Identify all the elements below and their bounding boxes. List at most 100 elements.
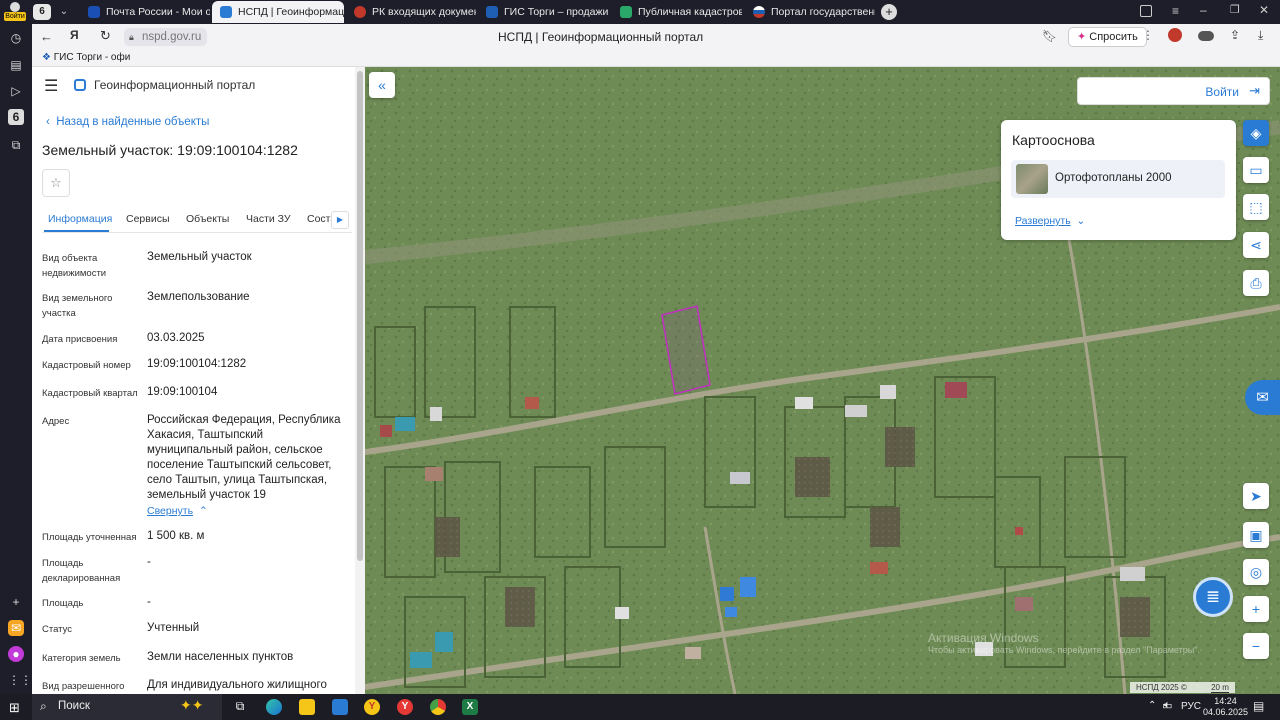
task-view-icon[interactable]: ⧉ bbox=[232, 699, 248, 715]
new-tab-button[interactable]: + bbox=[881, 4, 897, 20]
basemap-layer-item[interactable]: Ортофотопланы 2000 bbox=[1011, 160, 1225, 198]
yandex-browser-active-icon[interactable]: Y bbox=[397, 699, 413, 715]
locate-button[interactable]: ➤ bbox=[1243, 483, 1269, 509]
language-indicator[interactable]: РУС bbox=[1181, 701, 1201, 712]
tab-objects[interactable]: Объекты bbox=[186, 213, 229, 225]
tray-chevron-icon[interactable]: ⌃ bbox=[1148, 700, 1156, 711]
collections-icon[interactable]: ▤ bbox=[8, 57, 24, 73]
chevron-down-icon: ⌄ bbox=[1073, 215, 1086, 227]
bookmark-icon[interactable]: 🔖︎ bbox=[1042, 29, 1057, 43]
yandex-icon[interactable]: Я bbox=[70, 28, 79, 42]
collapse-link[interactable]: Свернуть ⌃ bbox=[147, 505, 208, 517]
file-explorer-icon[interactable] bbox=[299, 699, 315, 715]
edge-icon[interactable] bbox=[266, 699, 282, 715]
tab-gis-torgi[interactable]: ГИС Торги – продажи гос bbox=[478, 1, 608, 23]
field-value: Землепользование bbox=[147, 291, 250, 303]
geo-search-button[interactable]: ◎ bbox=[1243, 559, 1269, 585]
field-value: Для индивидуального жилищного bbox=[147, 679, 327, 691]
scrollbar-thumb[interactable] bbox=[357, 71, 363, 561]
hamburger-menu-icon[interactable]: ☰ bbox=[44, 76, 58, 96]
close-window-icon[interactable]: ✕ bbox=[1259, 3, 1269, 17]
play-icon[interactable]: ▷ bbox=[8, 83, 24, 99]
minimize-icon[interactable]: – bbox=[1200, 3, 1207, 17]
share-page-icon[interactable]: ⇪ bbox=[1230, 28, 1240, 42]
collapse-link-label: Свернуть bbox=[147, 505, 194, 517]
portal-name: Геоинформационный портал bbox=[94, 78, 256, 92]
support-chat-button[interactable]: ≣ bbox=[1193, 577, 1233, 617]
windows-start-icon[interactable]: ⊞ bbox=[9, 700, 20, 716]
ask-icon: ✦ bbox=[1077, 31, 1087, 43]
tab-gosuslugi[interactable]: Портал государственных bbox=[745, 1, 875, 23]
field-label: Дата присвоения bbox=[42, 334, 118, 345]
alice-app-icon[interactable]: ● bbox=[8, 646, 24, 662]
bookmark-gis-torgi[interactable]: ❖ ГИС Торги - офи bbox=[42, 52, 130, 63]
gis-torgi-bookmark-icon: ❖ bbox=[42, 52, 51, 63]
orthophoto-thumbnail-icon bbox=[1016, 164, 1048, 194]
field-value: 1 500 кв. м bbox=[147, 530, 205, 542]
tabs-scroll-right-button[interactable]: ▶ bbox=[331, 211, 349, 229]
tab-manager-icon[interactable] bbox=[1140, 5, 1152, 17]
feedback-chat-icon[interactable]: ✉ bbox=[1245, 380, 1280, 415]
excel-icon[interactable]: X bbox=[462, 699, 478, 715]
notification-center-icon[interactable]: ▤ bbox=[1253, 699, 1264, 713]
url-field[interactable]: 🔒︎ nspd.gov.ru bbox=[124, 28, 208, 46]
ask-button[interactable]: ✦ Спросить bbox=[1068, 27, 1147, 47]
field-label: Категория земель bbox=[42, 653, 121, 664]
downloads-icon[interactable]: ⤓ bbox=[1258, 28, 1263, 43]
profile-badge-label: Войти bbox=[4, 12, 26, 21]
profile-badge[interactable]: Войти bbox=[4, 2, 26, 22]
favorite-button[interactable]: ☆ bbox=[42, 169, 70, 197]
chevron-left-icon: ‹ bbox=[46, 116, 50, 128]
chrome-icon[interactable] bbox=[430, 699, 446, 715]
mail-app-icon[interactable]: ✉ bbox=[8, 620, 24, 636]
field-value: 03.03.2025 bbox=[147, 332, 205, 344]
add-panel-icon[interactable]: + bbox=[8, 594, 24, 610]
download-icon[interactable] bbox=[1198, 31, 1214, 41]
tab-services[interactable]: Сервисы bbox=[126, 213, 170, 225]
taskbar-search[interactable]: ⌕ Поиск ✦✦ bbox=[32, 694, 222, 720]
sidebar-scrollbar[interactable] bbox=[355, 67, 365, 694]
field-label: Статус bbox=[42, 624, 73, 635]
minimap-button[interactable]: ▣ bbox=[1243, 522, 1269, 548]
notifications-icon[interactable]: ≡ bbox=[1172, 4, 1179, 18]
devices-icon[interactable]: ⧉ bbox=[8, 137, 24, 153]
gis-torgi-favicon-icon bbox=[486, 6, 498, 18]
zoom-out-button[interactable]: − bbox=[1243, 633, 1269, 659]
tab-pkk[interactable]: Публичная кадастровая bbox=[612, 1, 742, 23]
zoom-in-button[interactable]: + bbox=[1243, 596, 1269, 622]
map-login-box[interactable]: Войти ⇥ bbox=[1077, 77, 1270, 105]
tab-rk[interactable]: РК входящих документов bbox=[346, 1, 476, 23]
extension-icon[interactable] bbox=[1168, 28, 1182, 42]
select-area-button[interactable]: ⬚ bbox=[1243, 194, 1269, 220]
restore-icon[interactable]: ❐ bbox=[1230, 3, 1240, 16]
menu-dots-icon[interactable]: ⋮ bbox=[1142, 28, 1154, 42]
reload-icon[interactable]: ↻ bbox=[100, 28, 111, 44]
gosuslugi-favicon-icon bbox=[753, 6, 765, 18]
expand-link-label: Развернуть bbox=[1015, 215, 1071, 227]
tab-counter[interactable]: 6 bbox=[33, 4, 51, 20]
tab-information[interactable]: Информация bbox=[48, 213, 112, 225]
field-label: Площадь bbox=[42, 598, 84, 609]
store-icon[interactable] bbox=[332, 699, 348, 715]
tab-nspd[interactable]: НСПД | Геоинформаци ✕ bbox=[212, 1, 344, 23]
yandex-browser-icon[interactable]: Y bbox=[364, 699, 380, 715]
map-view[interactable]: « Войти ⇥ Картооснова Ортофотопланы 2000… bbox=[365, 67, 1280, 694]
collapse-sidebar-button[interactable]: « bbox=[369, 72, 395, 98]
tab-pochta[interactable]: Почта России - Мои отпр bbox=[80, 1, 210, 23]
back-to-results-link[interactable]: ‹ Назад в найденные объекты bbox=[46, 116, 209, 128]
tabs-chevron-icon[interactable]: ⌄ bbox=[56, 4, 72, 20]
tab-parts[interactable]: Части ЗУ bbox=[246, 213, 291, 225]
back-icon[interactable]: ← bbox=[40, 29, 53, 44]
share-button[interactable]: ⋖ bbox=[1243, 232, 1269, 258]
watermark-title: Активация Windows bbox=[928, 631, 1039, 645]
yandex-six-icon[interactable]: 6 bbox=[8, 109, 24, 125]
field-label: Вид объекта недвижимости bbox=[42, 253, 107, 279]
layers-button[interactable]: ◈ bbox=[1243, 120, 1269, 146]
ruler-button[interactable]: ▭ bbox=[1243, 157, 1269, 183]
expand-link[interactable]: Развернуть ⌄ bbox=[1015, 215, 1085, 227]
history-icon[interactable]: ◷ bbox=[8, 30, 24, 46]
apps-grid-icon[interactable]: ⋮⋮ bbox=[8, 672, 32, 688]
volume-icon[interactable]: 🔈︎ bbox=[1164, 699, 1171, 712]
print-button[interactable]: ⎙ bbox=[1243, 270, 1269, 296]
clock[interactable]: 14:24 04.06.2025 bbox=[1203, 696, 1248, 718]
